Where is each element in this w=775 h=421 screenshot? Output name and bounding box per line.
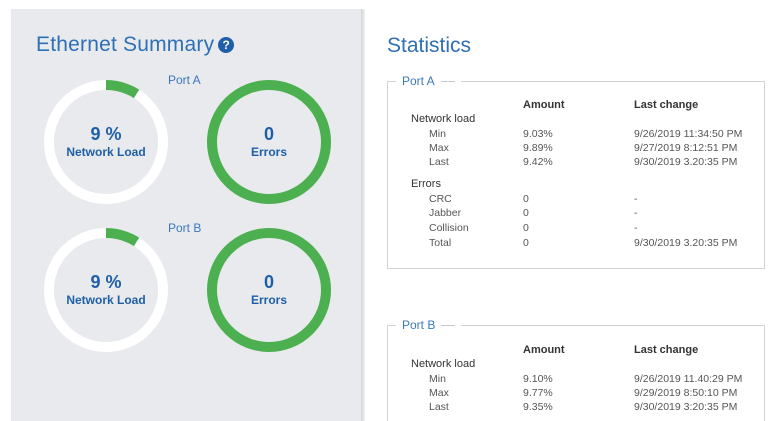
summary-panel (11, 9, 361, 421)
stat-row-label: Last (429, 401, 449, 413)
port-a-load-value: 9 % (90, 124, 122, 144)
port-b-label: Port B (168, 221, 202, 235)
stat-row-amount: 9.35% (523, 401, 553, 413)
stat-row-label: Total (429, 237, 452, 249)
port-b-load-caption: Network Load (66, 293, 146, 307)
stat-row-label: Min (429, 373, 446, 385)
port-b-errors-caption: Errors (250, 293, 288, 307)
stat-row-last-change: 9/30/2019 3.20:35 PM (634, 237, 738, 249)
panel-divider (361, 9, 365, 421)
stat-row-last-change: - (634, 207, 638, 219)
help-icon[interactable]: ? (218, 37, 235, 53)
stat-row-label: Max (429, 142, 449, 154)
stat-row-amount: 9.10% (523, 373, 553, 385)
port-a-load-gauge[interactable]: 9 % Network Load (43, 79, 169, 205)
port-a-errors-caption: Errors (250, 145, 288, 159)
stat-row-last-change: 9/30/2019 3.20:35 PM (634, 156, 738, 168)
stat-row-amount: 0 (523, 193, 529, 205)
summary-title-text: Ethernet Summary (36, 33, 215, 56)
port-b-legend-text: Port B (402, 318, 436, 332)
stat-row-amount: 9.89% (523, 142, 553, 154)
stat-row-label: Collision (429, 222, 469, 234)
port-b-load-gauge[interactable]: 9 % Network Load (43, 227, 169, 353)
network-load-section: Network load (411, 358, 476, 370)
stat-row-amount: 0 (523, 222, 529, 234)
stat-row-last-change: 9/30/2019 3:20:35 PM (634, 401, 738, 413)
stat-row-label: Max (429, 387, 449, 399)
network-load-section: Network load (411, 113, 476, 125)
stat-row-last-change: 9/26/2019 11.40:29 PM (634, 373, 743, 385)
port-b-errors-gauge[interactable]: 0 Errors (206, 227, 332, 353)
stat-row-amount: 0 (523, 237, 529, 249)
stat-row-amount: 0 (523, 207, 529, 219)
port-a-legend-text: Port A (402, 74, 435, 88)
stat-row-last-change: - (634, 222, 638, 234)
stat-row-label: Jabber (429, 207, 462, 219)
statistics-title: Statistics (387, 34, 472, 57)
stat-row-last-change: 9/29/2019 8:50:10 PM (634, 387, 738, 399)
stat-row-last-change: 9/27/2019 8:12:51 PM (634, 142, 738, 154)
port-a-errors-value: 0 (263, 124, 274, 144)
stat-row-last-change: 9/26/2019 11:34:50 PM (634, 128, 743, 140)
port-b-errors-value: 0 (263, 272, 274, 292)
stat-row-amount: 9.42% (523, 156, 553, 168)
summary-title: Ethernet Summary? (36, 33, 235, 57)
port-a-stats-legend: Port A (396, 74, 461, 88)
port-a-label: Port A (168, 73, 201, 87)
stat-row-label: Min (429, 128, 446, 140)
port-b-stats-group: Port B Amount Last change Network load M… (387, 318, 765, 421)
stat-row-last-change: - (634, 193, 638, 205)
errors-section: Errors (411, 178, 441, 190)
col-amount-header: Amount (523, 344, 565, 356)
col-last-change-header: Last change (634, 99, 699, 111)
port-a-errors-gauge[interactable]: 0 Errors (206, 79, 332, 205)
port-a-stats-group: Port A Amount Last change Network load M… (387, 74, 765, 269)
stat-row-amount: 9.77% (523, 387, 553, 399)
port-a-load-caption: Network Load (66, 145, 146, 159)
stat-row-amount: 9.03% (523, 128, 553, 140)
stat-row-label: Last (429, 156, 449, 168)
stat-row-label: CRC (429, 193, 452, 205)
port-b-stats-legend: Port B (396, 318, 462, 332)
col-amount-header: Amount (523, 99, 565, 111)
port-b-load-value: 9 % (90, 272, 122, 292)
col-last-change-header: Last change (634, 344, 699, 356)
